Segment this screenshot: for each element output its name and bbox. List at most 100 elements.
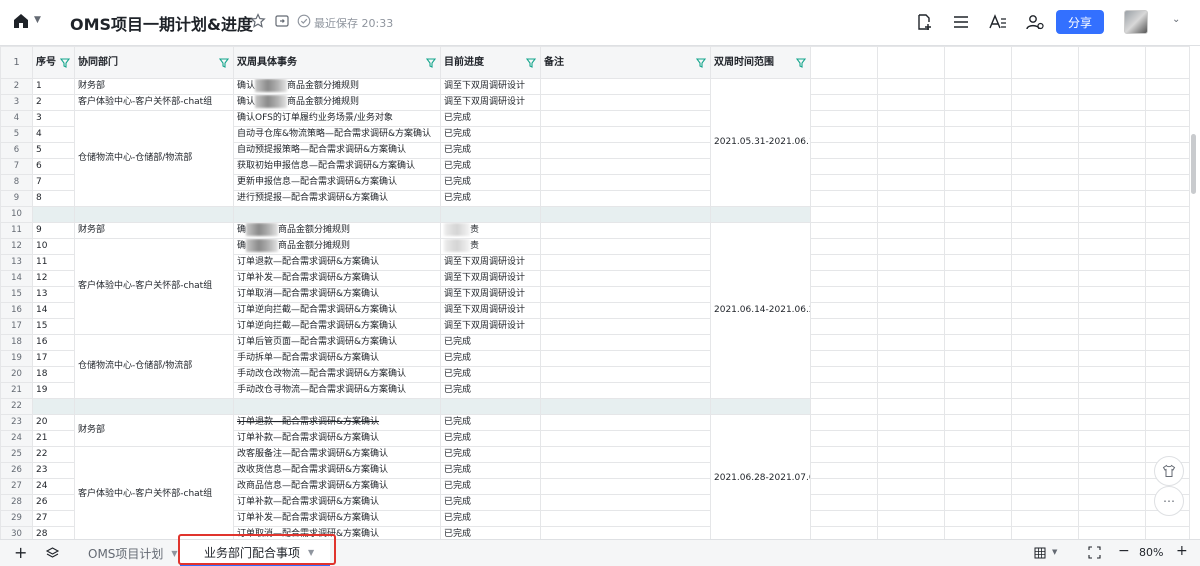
row-number[interactable]: 10 bbox=[0, 206, 33, 223]
row-number[interactable]: 4 bbox=[0, 110, 33, 127]
empty-cell[interactable] bbox=[1078, 238, 1146, 255]
seq-cell[interactable]: 3 bbox=[32, 110, 75, 127]
empty-cell[interactable] bbox=[1011, 462, 1079, 479]
empty-cell[interactable] bbox=[1078, 302, 1146, 319]
task-cell[interactable]: 更新申报信息—配合需求调研&方案确认 bbox=[233, 174, 441, 191]
progress-cell[interactable]: 已完成 bbox=[440, 494, 541, 511]
progress-cell[interactable]: 已完成 bbox=[440, 462, 541, 479]
column-header-range[interactable]: 双周时间范围 bbox=[710, 46, 811, 79]
empty-cell[interactable] bbox=[1145, 190, 1190, 207]
empty-cell[interactable] bbox=[810, 302, 878, 319]
notes-cell[interactable] bbox=[540, 350, 711, 367]
task-cell[interactable]: 手动改仓寻物流—配合需求调研&方案确认 bbox=[233, 382, 441, 399]
chevron-down-icon[interactable]: ▼ bbox=[1052, 548, 1057, 556]
empty-cell[interactable] bbox=[710, 206, 811, 223]
empty-cell[interactable] bbox=[1145, 430, 1190, 447]
empty-cell[interactable] bbox=[1145, 286, 1190, 303]
seq-cell[interactable]: 1 bbox=[32, 78, 75, 95]
row-number[interactable]: 14 bbox=[0, 270, 33, 287]
empty-cell[interactable] bbox=[1078, 318, 1146, 335]
empty-cell[interactable] bbox=[810, 254, 878, 271]
row-number[interactable]: 1 bbox=[0, 46, 33, 79]
seq-cell[interactable]: 27 bbox=[32, 510, 75, 527]
empty-cell[interactable] bbox=[1011, 350, 1079, 367]
seq-cell[interactable]: 10 bbox=[32, 238, 75, 255]
empty-cell[interactable] bbox=[540, 206, 711, 223]
empty-cell[interactable] bbox=[1145, 222, 1190, 239]
empty-cell[interactable] bbox=[1011, 366, 1079, 383]
progress-cell[interactable]: 调至下双周调研设计 bbox=[440, 78, 541, 95]
empty-cell[interactable] bbox=[1145, 350, 1190, 367]
row-number[interactable]: 7 bbox=[0, 158, 33, 175]
empty-cell[interactable] bbox=[1078, 398, 1146, 415]
empty-cell[interactable] bbox=[810, 350, 878, 367]
empty-cell[interactable] bbox=[1011, 334, 1079, 351]
row-number[interactable]: 3 bbox=[0, 94, 33, 111]
grid-view-icon[interactable] bbox=[1034, 547, 1046, 559]
empty-cell[interactable] bbox=[1145, 110, 1190, 127]
task-cell[interactable]: 确 商品金额分摊规则 bbox=[233, 238, 441, 255]
empty-cell[interactable] bbox=[944, 398, 1012, 415]
empty-cell[interactable] bbox=[1011, 446, 1079, 463]
seq-cell[interactable]: 21 bbox=[32, 430, 75, 447]
empty-cell[interactable] bbox=[1145, 78, 1190, 95]
progress-cell[interactable]: 责 bbox=[440, 238, 541, 255]
range-cell[interactable]: 2021.06.28-2021.07.08 bbox=[710, 414, 811, 539]
empty-cell[interactable] bbox=[877, 414, 945, 431]
notes-cell[interactable] bbox=[540, 526, 711, 539]
dept-cell[interactable]: 财务部 bbox=[74, 414, 234, 447]
empty-cell[interactable] bbox=[877, 446, 945, 463]
empty-cell[interactable] bbox=[810, 414, 878, 431]
home-menu-caret-icon[interactable]: ▼ bbox=[34, 15, 41, 25]
dept-cell[interactable]: 客户体验中心-客户关怀部-chat组 bbox=[74, 446, 234, 539]
empty-cell[interactable] bbox=[944, 510, 1012, 527]
empty-cell[interactable] bbox=[1145, 382, 1190, 399]
seq-cell[interactable]: 22 bbox=[32, 446, 75, 463]
empty-cell[interactable] bbox=[32, 206, 75, 223]
progress-cell[interactable]: 已完成 bbox=[440, 446, 541, 463]
home-icon[interactable] bbox=[12, 12, 30, 30]
progress-cell[interactable]: 调至下双周调研设计 bbox=[440, 94, 541, 111]
empty-cell[interactable] bbox=[1011, 110, 1079, 127]
dept-cell[interactable]: 客户体验中心-客户关怀部-chat组 bbox=[74, 238, 234, 335]
task-cell[interactable]: 改收货信息—配合需求调研&方案确认 bbox=[233, 462, 441, 479]
row-number[interactable]: 11 bbox=[0, 222, 33, 239]
progress-cell[interactable]: 已完成 bbox=[440, 174, 541, 191]
empty-cell[interactable] bbox=[1011, 414, 1079, 431]
empty-cell[interactable] bbox=[1011, 510, 1079, 527]
empty-cell[interactable] bbox=[810, 110, 878, 127]
document-title[interactable]: OMS项目一期计划&进度 bbox=[70, 11, 253, 35]
empty-cell[interactable] bbox=[944, 126, 1012, 143]
empty-cell[interactable] bbox=[877, 46, 945, 79]
empty-cell[interactable] bbox=[877, 110, 945, 127]
empty-cell[interactable] bbox=[877, 190, 945, 207]
empty-cell[interactable] bbox=[1011, 302, 1079, 319]
empty-cell[interactable] bbox=[74, 398, 234, 415]
empty-cell[interactable] bbox=[1145, 254, 1190, 271]
dept-cell[interactable]: 财务部 bbox=[74, 222, 234, 239]
row-number[interactable]: 24 bbox=[0, 430, 33, 447]
seq-cell[interactable]: 20 bbox=[32, 414, 75, 431]
empty-cell[interactable] bbox=[877, 238, 945, 255]
empty-cell[interactable] bbox=[810, 142, 878, 159]
empty-cell[interactable] bbox=[810, 430, 878, 447]
seq-cell[interactable]: 6 bbox=[32, 158, 75, 175]
empty-cell[interactable] bbox=[1011, 318, 1079, 335]
row-number[interactable]: 20 bbox=[0, 366, 33, 383]
row-number[interactable]: 17 bbox=[0, 318, 33, 335]
seq-cell[interactable]: 8 bbox=[32, 190, 75, 207]
row-number[interactable]: 6 bbox=[0, 142, 33, 159]
notes-cell[interactable] bbox=[540, 366, 711, 383]
empty-cell[interactable] bbox=[944, 158, 1012, 175]
empty-cell[interactable] bbox=[944, 478, 1012, 495]
row-number[interactable]: 12 bbox=[0, 238, 33, 255]
dept-cell[interactable]: 仓储物流中心-仓储部/物流部 bbox=[74, 334, 234, 399]
empty-cell[interactable] bbox=[1078, 254, 1146, 271]
progress-cell[interactable]: 调至下双周调研设计 bbox=[440, 286, 541, 303]
progress-cell[interactable]: 已完成 bbox=[440, 190, 541, 207]
progress-cell[interactable]: 已完成 bbox=[440, 158, 541, 175]
seq-cell[interactable]: 11 bbox=[32, 254, 75, 271]
row-number[interactable]: 9 bbox=[0, 190, 33, 207]
progress-cell[interactable]: 已完成 bbox=[440, 366, 541, 383]
empty-cell[interactable] bbox=[1078, 334, 1146, 351]
